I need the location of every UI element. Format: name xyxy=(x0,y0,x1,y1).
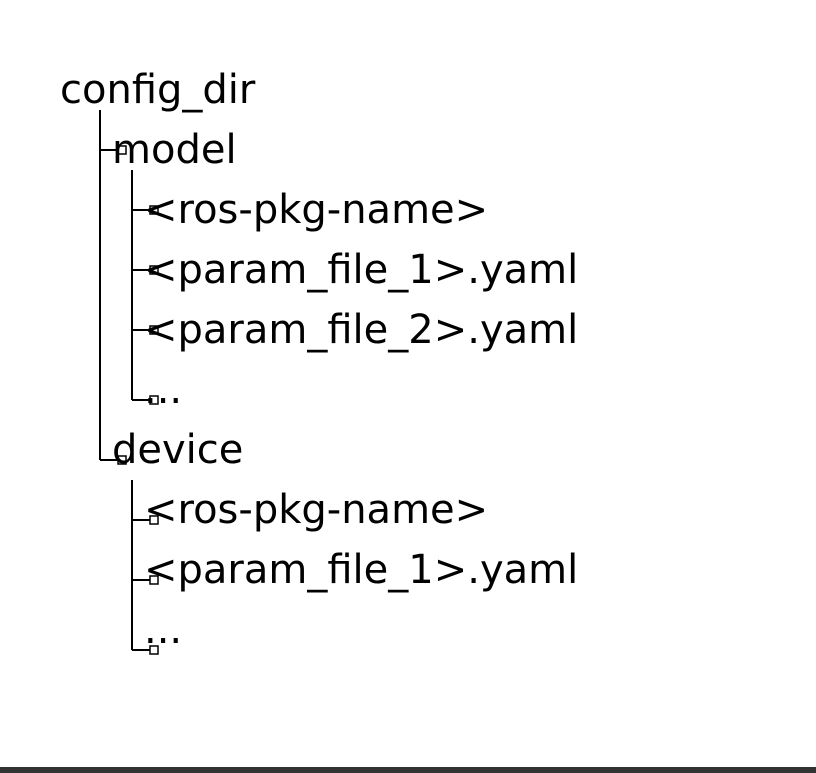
tree-node-device-more: ... xyxy=(116,600,776,660)
node-label: <param_file_1>.yaml xyxy=(116,240,578,300)
node-label: <param_file_2>.yaml xyxy=(116,300,578,360)
node-label: ... xyxy=(116,600,182,660)
tree-node-model-param1: <param_file_1>.yaml xyxy=(116,240,776,300)
tree-node-device: device xyxy=(84,420,776,480)
node-label: model xyxy=(84,120,237,180)
node-label: device xyxy=(84,420,243,480)
node-label: <ros-pkg-name> xyxy=(116,480,488,540)
node-label: ... xyxy=(116,360,182,420)
node-label: <ros-pkg-name> xyxy=(116,180,488,240)
tree-node-device-pkg: <ros-pkg-name> xyxy=(116,480,776,540)
directory-tree: config_dir model <ros-pkg-name> <param_f… xyxy=(60,60,776,660)
tree-node-model-more: ... xyxy=(116,360,776,420)
tree-node-model: model xyxy=(84,120,776,180)
root-label: config_dir xyxy=(60,60,255,120)
tree-node-device-param1: <param_file_1>.yaml xyxy=(116,540,776,600)
tree-root: config_dir xyxy=(60,60,776,120)
bottom-border xyxy=(0,767,816,773)
tree-node-model-param2: <param_file_2>.yaml xyxy=(116,300,776,360)
tree-node-model-pkg: <ros-pkg-name> xyxy=(116,180,776,240)
node-label: <param_file_1>.yaml xyxy=(116,540,578,600)
